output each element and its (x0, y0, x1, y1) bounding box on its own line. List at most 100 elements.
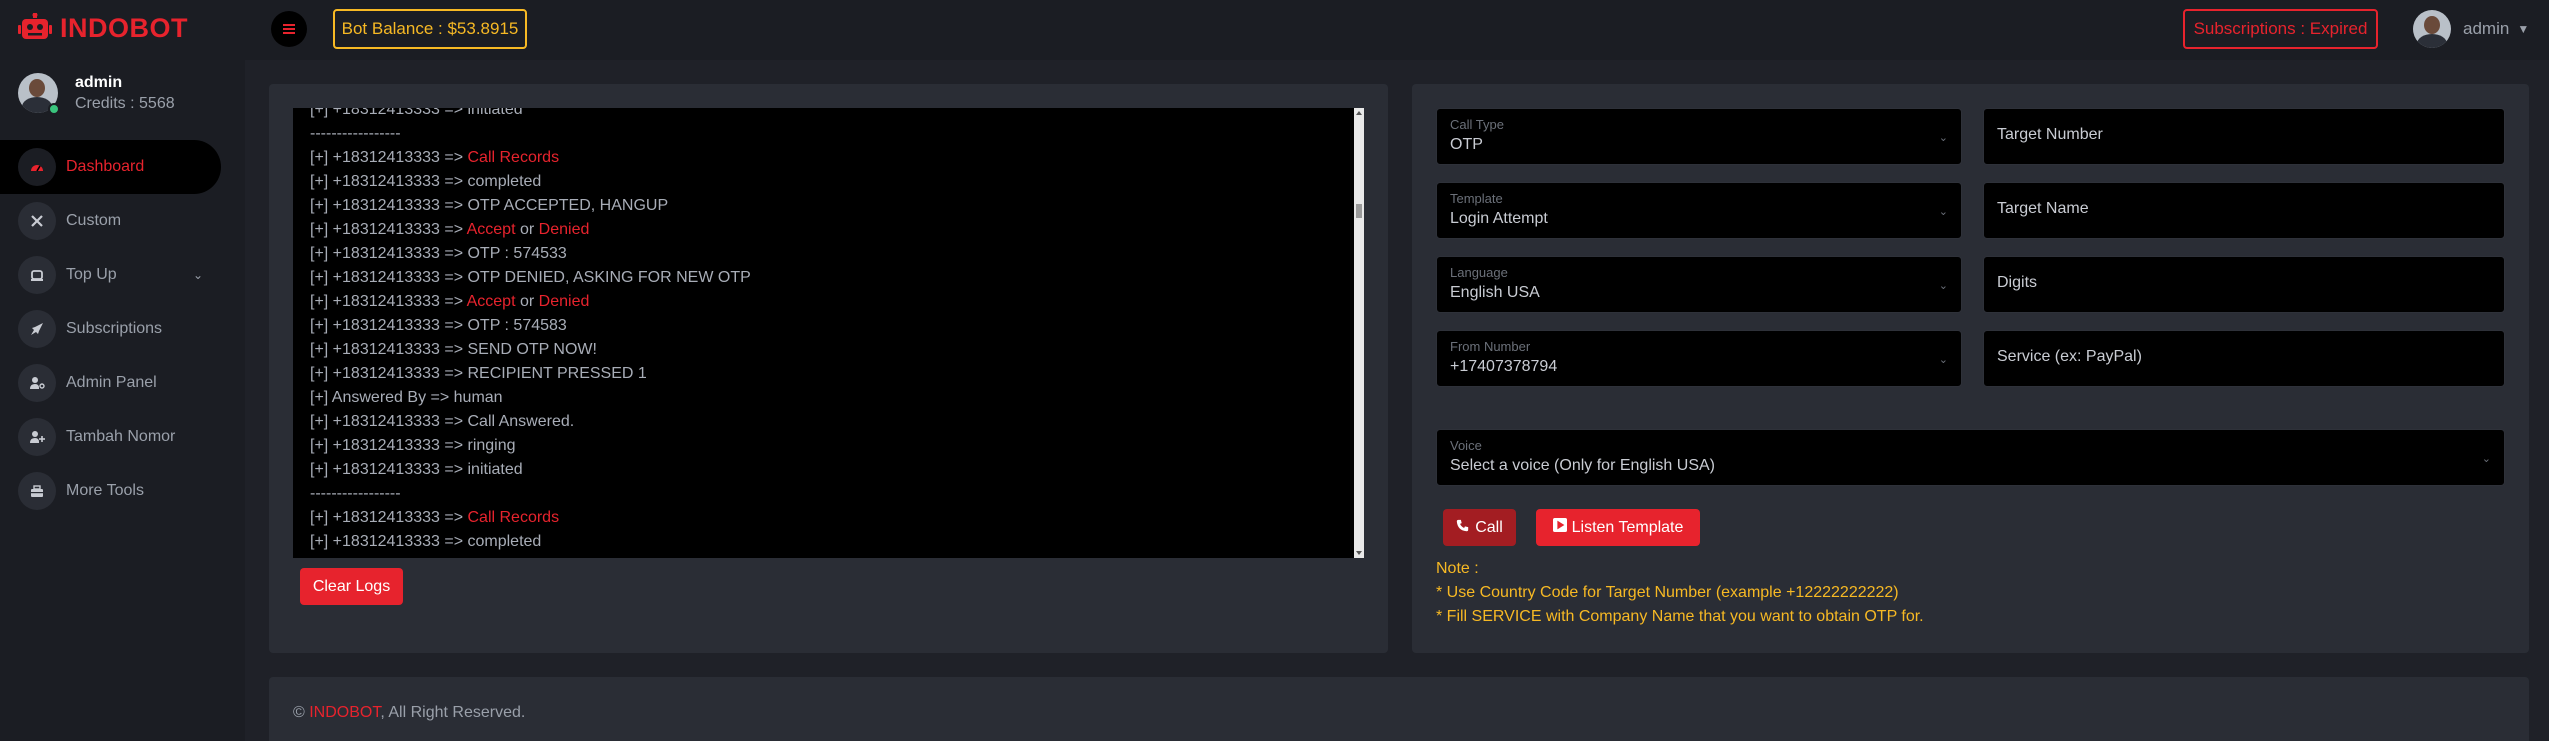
note-title: Note : (1436, 560, 1479, 577)
sidebar-item-label: Tambah Nomor (66, 428, 176, 445)
sidebar-item-label: More Tools (66, 482, 144, 499)
voice-select[interactable]: Voice Select a voice (Only for English U… (1436, 429, 2505, 486)
log-line: [+] +18312413333 => Call Answered. (310, 410, 1340, 434)
log-segment: [+] +18312413333 => OTP : 574533 (310, 245, 567, 262)
scroll-down-icon[interactable] (1356, 551, 1362, 555)
log-console[interactable]: [+] +18312413333 => initiated -----------… (293, 108, 1364, 558)
toolbox-icon (18, 472, 56, 510)
copyright-suffix: , All Right Reserved. (380, 704, 526, 721)
sidebar-item-top-up[interactable]: Top Up ⌄ (0, 248, 245, 302)
sidebar-item-dashboard[interactable]: Dashboard (0, 140, 221, 194)
digits-input[interactable]: Digits (1983, 256, 2505, 313)
subscription-status-badge[interactable]: Subscriptions : Expired (2183, 9, 2378, 49)
service-input[interactable]: Service (ex: PayPal) (1983, 330, 2505, 387)
log-segment: [+] +18312413333 => Call Ended (310, 557, 546, 558)
field-value: Login Attempt (1450, 210, 1548, 227)
wallet-icon (18, 256, 56, 294)
sidebar-item-more-tools[interactable]: More Tools (0, 464, 245, 518)
user-cog-icon (18, 364, 56, 402)
footer-brand-link[interactable]: INDOBOT (309, 704, 380, 721)
log-segment: [+] Answered By => human (310, 389, 503, 406)
call-type-select[interactable]: Call Type OTP ⌄ (1436, 108, 1962, 165)
log-segment: [+] +18312413333 => completed (310, 533, 542, 550)
log-segment: [+] +18312413333 => (310, 149, 468, 166)
log-lines: [+] +18312413333 => initiated -----------… (310, 108, 1340, 558)
log-line: [+] +18312413333 => OTP ACCEPTED, HANGUP (310, 194, 1340, 218)
clear-logs-button[interactable]: Clear Logs (300, 568, 403, 605)
field-placeholder: Digits (1997, 274, 2038, 291)
online-status-icon (48, 103, 60, 115)
log-segment: [+] +18312413333 => Call Answered. (310, 413, 575, 430)
log-line: [+] +18312413333 => initiated (310, 108, 1340, 122)
brand-name: INDOBOT (60, 12, 188, 43)
note-line-country-code: * Use Country Code for Target Number (ex… (1436, 584, 1899, 601)
template-select[interactable]: Template Login Attempt ⌄ (1436, 182, 1962, 239)
log-segment: or (515, 221, 539, 238)
robot-icon (18, 12, 52, 43)
hamburger-icon (283, 28, 295, 30)
log-scrollbar[interactable] (1354, 108, 1364, 558)
sidebar-item-tambah-nomor[interactable]: Tambah Nomor (0, 410, 245, 464)
sidebar-item-admin-panel[interactable]: Admin Panel (0, 356, 245, 410)
log-line: [+] +18312413333 => Call Records (310, 506, 1340, 530)
field-value: English USA (1450, 284, 1540, 301)
call-button-label: Call (1475, 518, 1503, 536)
log-line: [+] +18312413333 => SEND OTP NOW! (310, 338, 1340, 362)
call-button[interactable]: Call (1443, 509, 1516, 546)
log-segment: Accept (466, 293, 516, 310)
target-number-input[interactable]: Target Number (1983, 108, 2505, 165)
field-value: Select a voice (Only for English USA) (1450, 457, 1715, 474)
log-segment: [+] +18312413333 => completed (310, 173, 542, 190)
menu-toggle-button[interactable] (271, 11, 307, 47)
profile-credits: Credits : 5568 (75, 95, 175, 112)
sidebar-nav: Dashboard Custom Top Up ⌄ Subscriptions (0, 140, 245, 518)
scroll-thumb[interactable] (1356, 204, 1362, 218)
log-line: [+] +18312413333 => ringing (310, 434, 1340, 458)
language-select[interactable]: Language English USA ⌄ (1436, 256, 1962, 313)
rocket-icon (18, 310, 56, 348)
sidebar-item-subscriptions[interactable]: Subscriptions (0, 302, 245, 356)
sidebar-item-label: Admin Panel (66, 374, 157, 391)
brand-logo[interactable]: INDOBOT (18, 10, 188, 46)
copyright-text: © INDOBOT, All Right Reserved. (293, 704, 525, 722)
log-line: [+] +18312413333 => OTP : 574533 (310, 242, 1340, 266)
avatar (2413, 10, 2451, 48)
user-menu[interactable]: admin ▼ (2413, 9, 2529, 49)
sidebar-item-label: Subscriptions (66, 320, 163, 337)
sidebar-profile: admin Credits : 5568 (18, 73, 175, 115)
log-segment: [+] +18312413333 => SEND OTP NOW! (310, 341, 597, 358)
log-segment: ----------------- (310, 125, 401, 142)
chevron-down-icon: ⌄ (2481, 453, 2491, 465)
scroll-up-icon[interactable] (1356, 111, 1362, 115)
target-name-input[interactable]: Target Name (1983, 182, 2505, 239)
log-segment: ----------------- (310, 485, 401, 502)
log-segment: [+] +18312413333 => initiated (310, 108, 523, 118)
log-segment: [+] +18312413333 => (310, 293, 467, 310)
note-line-service: * Fill SERVICE with Company Name that yo… (1436, 608, 1924, 625)
chevron-down-icon: ⌄ (1938, 206, 1948, 218)
bot-balance-badge: Bot Balance : $53.8915 (333, 9, 527, 49)
sidebar-item-label: Dashboard (66, 158, 145, 175)
log-segment: Denied (538, 293, 590, 310)
field-value: +17407378794 (1450, 358, 1558, 375)
listen-template-button[interactable]: Listen Template (1536, 509, 1700, 546)
sidebar: admin Credits : 5568 Dashboard Custom To… (0, 60, 245, 741)
play-icon (1552, 518, 1567, 537)
sidebar-item-label: Top Up (66, 266, 117, 283)
chevron-down-icon: ⌄ (1938, 132, 1948, 144)
from-number-select[interactable]: From Number +17407378794 ⌄ (1436, 330, 1962, 387)
log-segment: [+] +18312413333 => OTP : 574583 (310, 317, 567, 334)
profile-name: admin (75, 74, 123, 91)
log-line: [+] Answered By => human (310, 386, 1340, 410)
chevron-down-icon: ⌄ (193, 268, 204, 282)
log-line: [+] +18312413333 => OTP DENIED, ASKING F… (310, 266, 1340, 290)
sidebar-item-custom[interactable]: Custom (0, 194, 245, 248)
log-line: ----------------- (310, 122, 1340, 146)
field-label: From Number (1450, 339, 1531, 354)
log-line: [+] +18312413333 => Accept or Denied (310, 218, 1340, 242)
user-plus-icon (18, 418, 56, 456)
log-segment: [+] +18312413333 => (310, 509, 468, 526)
chevron-down-icon: ⌄ (1938, 280, 1948, 292)
field-placeholder: Target Number (1997, 126, 2103, 143)
field-placeholder: Service (ex: PayPal) (1997, 348, 2142, 365)
